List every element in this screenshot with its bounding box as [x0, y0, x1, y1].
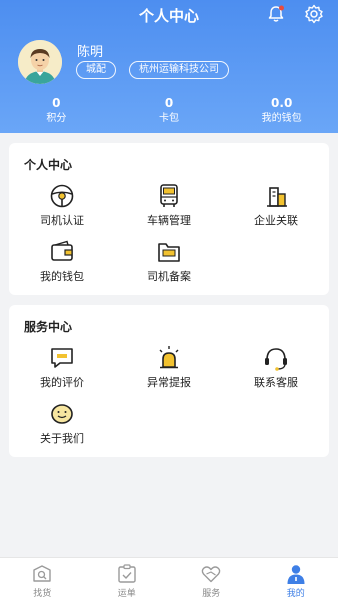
stat-wallet[interactable]: 0.0 我的钱包: [225, 96, 338, 126]
stat-points-label: 积分: [46, 113, 67, 124]
headset-icon: [265, 348, 287, 371]
service-heart-icon: [201, 566, 221, 583]
about-us-label: 关于我们: [40, 432, 84, 445]
stat-points[interactable]: 0 积分: [0, 96, 113, 126]
company-tag: 杭州运输科技公司: [129, 61, 229, 79]
my-reviews-label: 我的评价: [40, 376, 84, 389]
stat-wallet-label: 我的钱包: [261, 113, 302, 124]
smile-icon: [51, 404, 73, 424]
tab-find-goods[interactable]: 找货: [0, 558, 85, 600]
driver-filing-button[interactable]: 司机备案: [116, 239, 222, 284]
driver-certification-label: 司机认证: [40, 214, 84, 227]
stat-wallet-value: 0.0: [271, 96, 293, 110]
steering-wheel-icon: [50, 184, 74, 208]
alarm-icon: [159, 346, 179, 369]
gear-icon[interactable]: [304, 4, 324, 24]
about-us-button[interactable]: 关于我们: [9, 401, 115, 446]
folder-icon: [158, 243, 180, 262]
search-goods-icon: [33, 565, 51, 582]
section-title-service: 服务中心: [24, 320, 73, 334]
personal-center-card: 个人中心 司机认证 车辆管理 企业关联 我的钱包 司机备案: [9, 143, 329, 295]
contact-support-button[interactable]: 联系客服: [223, 345, 329, 390]
stats-bar: 0 积分 0 卡包 0.0 我的钱包: [0, 96, 338, 126]
stat-card-pack[interactable]: 0 卡包: [113, 96, 226, 126]
tab-waybill-label: 运单: [117, 589, 136, 599]
exception-report-button[interactable]: 异常提报: [116, 345, 222, 390]
tab-waybill[interactable]: 运单: [85, 558, 170, 600]
tab-find-goods-label: 找货: [33, 589, 52, 599]
my-wallet-button[interactable]: 我的钱包: [9, 239, 115, 284]
exception-report-label: 异常提报: [147, 376, 191, 389]
tab-mine[interactable]: 我的: [254, 558, 338, 600]
user-name: 陈明: [77, 45, 104, 60]
bus-icon: [160, 184, 178, 207]
tab-service[interactable]: 服务: [169, 558, 254, 600]
contact-support-label: 联系客服: [254, 376, 298, 389]
tab-mine-label: 我的: [286, 589, 305, 599]
service-center-card: 服务中心 我的评价 异常提报 联系客服 关于我们: [9, 305, 329, 457]
section-title-personal: 个人中心: [24, 158, 73, 172]
profile-icon: [287, 565, 305, 584]
building-icon: [267, 187, 287, 207]
driver-certification-button[interactable]: 司机认证: [9, 183, 115, 228]
my-reviews-button[interactable]: 我的评价: [9, 345, 115, 390]
driver-filing-label: 司机备案: [147, 270, 191, 283]
stat-card-pack-label: 卡包: [159, 113, 179, 124]
enterprise-association-label: 企业关联: [254, 214, 298, 227]
vehicle-management-label: 车辆管理: [147, 214, 191, 227]
comment-icon: [51, 348, 73, 368]
role-tag: 城配: [76, 61, 116, 79]
avatar[interactable]: [18, 40, 62, 84]
vehicle-management-button[interactable]: 车辆管理: [116, 183, 222, 228]
tab-service-label: 服务: [202, 589, 221, 599]
wallet-icon: [51, 240, 73, 261]
page-title: 个人中心: [138, 7, 199, 25]
waybill-icon: [118, 564, 136, 583]
my-wallet-label: 我的钱包: [40, 270, 84, 283]
bell-icon[interactable]: [266, 4, 286, 24]
stat-card-pack-value: 0: [164, 96, 174, 110]
enterprise-association-button[interactable]: 企业关联: [223, 183, 329, 228]
profile-header: 个人中心 陈明 城配 杭州运输科技公司 0 积分 0 卡包 0.0 我的钱包: [0, 0, 338, 133]
avatar-person-icon: [18, 40, 62, 84]
bottom-tab-bar: 找货 运单 服务 我的: [0, 557, 338, 600]
stat-points-value: 0: [52, 96, 61, 110]
